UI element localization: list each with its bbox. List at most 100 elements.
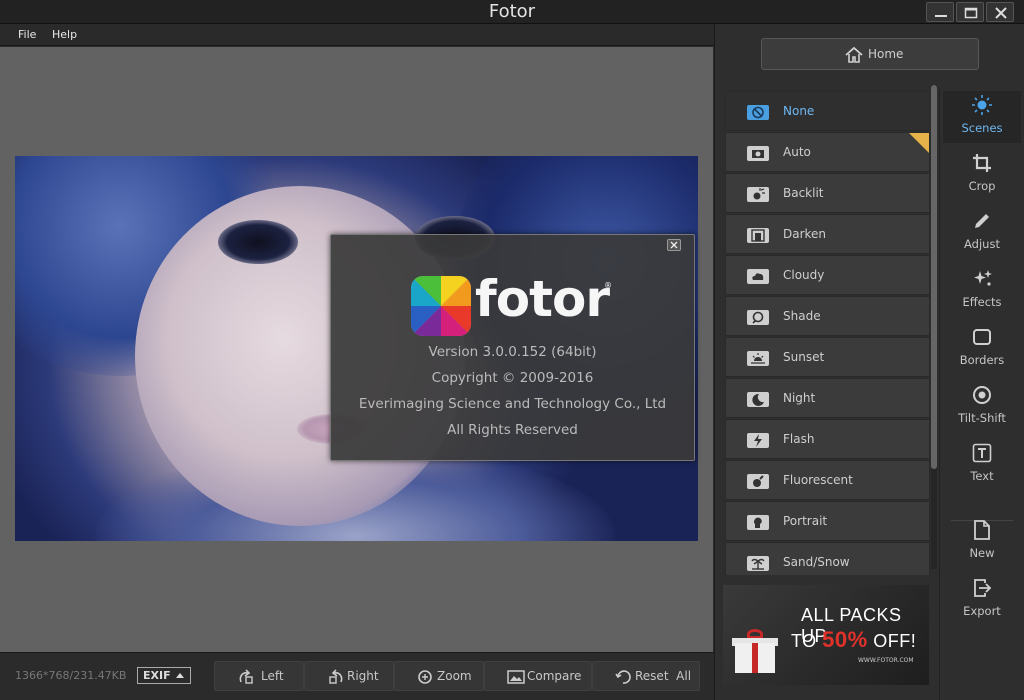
nav-adjust[interactable]: Adjust xyxy=(943,207,1021,259)
sunset-icon xyxy=(747,351,769,366)
scene-item-auto[interactable]: Auto xyxy=(725,132,930,172)
scene-item-sand-snow[interactable]: Sand/Snow xyxy=(725,542,930,575)
scene-item-darken[interactable]: Darken xyxy=(725,214,930,254)
close-icon xyxy=(670,241,678,249)
nav-label: Export xyxy=(963,604,1001,618)
scene-label: Shade xyxy=(783,309,821,323)
tiltshift-icon xyxy=(973,386,991,404)
scene-label: Sunset xyxy=(783,350,825,364)
scene-label: Fluorescent xyxy=(783,473,853,487)
scene-item-cloudy[interactable]: Cloudy xyxy=(725,255,930,295)
bottom-toolbar: 1366*768/231.47KB EXIF Left Right Zoom C… xyxy=(0,652,714,700)
flash-icon xyxy=(747,433,769,448)
divider xyxy=(939,89,940,700)
nav-label: Effects xyxy=(962,295,1002,309)
maximize-icon xyxy=(964,7,978,19)
nav-tilt-shift[interactable]: Tilt-Shift xyxy=(943,381,1021,433)
scene-item-portrait[interactable]: Portrait xyxy=(725,501,930,541)
promo-discount: 50% xyxy=(822,627,868,652)
nav-text[interactable]: Text xyxy=(943,439,1021,491)
crop-icon xyxy=(973,154,991,172)
scene-item-night[interactable]: Night xyxy=(725,378,930,418)
scene-scrollbar[interactable] xyxy=(931,85,937,569)
scene-label: Cloudy xyxy=(783,268,825,282)
nav-new[interactable]: New xyxy=(943,516,1021,568)
scene-item-backlit[interactable]: Backlit xyxy=(725,173,930,213)
backlit-icon xyxy=(747,187,769,202)
fotor-logo-text: fotor xyxy=(475,270,610,328)
promo-text-post: OFF! xyxy=(867,631,917,651)
scene-label: Auto xyxy=(783,145,811,159)
text-icon xyxy=(972,443,992,463)
company-text: Everimaging Science and Technology Co., … xyxy=(358,396,667,412)
version-text: Version 3.0.0.152 (64bit) xyxy=(428,344,597,360)
reset-icon xyxy=(615,670,631,684)
rotate-left-label: Left xyxy=(261,669,284,683)
title-bar: Fotor xyxy=(0,0,1024,24)
right-panel: Home None Auto Backlit Darken Cloudy Sha… xyxy=(714,24,1024,700)
scene-label: None xyxy=(783,104,815,118)
cloud-icon xyxy=(747,269,769,284)
nav-label: Scenes xyxy=(961,121,1003,135)
shade-icon xyxy=(747,310,769,325)
dialog-close-button[interactable] xyxy=(667,239,681,251)
rotate-right-button[interactable]: Right xyxy=(304,661,394,691)
zoom-button[interactable]: Zoom xyxy=(394,661,484,691)
portrait-icon xyxy=(747,515,769,530)
rotate-right-icon xyxy=(329,669,343,684)
scene-item-flash[interactable]: Flash xyxy=(725,419,930,459)
scrollbar-thumb[interactable] xyxy=(931,85,937,469)
eye-shape xyxy=(218,220,298,264)
reset-all-button[interactable]: Reset All xyxy=(592,661,700,691)
close-button[interactable] xyxy=(986,2,1014,22)
maximize-button[interactable] xyxy=(956,2,984,22)
border-icon xyxy=(973,329,991,345)
nav-crop[interactable]: Crop xyxy=(943,149,1021,201)
promo-banner[interactable]: ALL PACKS UP TO 50% OFF! WWW.FOTOR.COM xyxy=(723,585,929,685)
scene-label: Darken xyxy=(783,227,827,241)
menu-help[interactable]: Help xyxy=(52,28,77,41)
moon-icon xyxy=(747,392,769,407)
image-canvas[interactable]: fotor ® Version 3.0.0.152 (64bit) Copyri… xyxy=(0,47,713,652)
minimize-icon xyxy=(935,15,947,17)
rights-text: All Rights Reserved xyxy=(447,422,578,438)
scene-label: Sand/Snow xyxy=(783,555,850,569)
registered-mark: ® xyxy=(604,281,612,290)
palm-icon xyxy=(747,556,769,571)
scene-label: Night xyxy=(783,391,816,405)
menu-bar: File Help xyxy=(0,24,714,46)
compare-button[interactable]: Compare xyxy=(484,661,592,691)
scene-item-none[interactable]: None xyxy=(725,91,930,131)
nav-label: Text xyxy=(970,469,994,483)
nav-label: Borders xyxy=(959,353,1005,367)
rotate-right-label: Right xyxy=(347,669,379,683)
nav-effects[interactable]: Effects xyxy=(943,265,1021,317)
camera-icon xyxy=(747,146,769,161)
about-dialog: fotor ® Version 3.0.0.152 (64bit) Copyri… xyxy=(330,234,695,461)
gift-box-icon xyxy=(735,643,775,673)
triangle-up-icon xyxy=(176,673,184,678)
nav-borders[interactable]: Borders xyxy=(943,323,1021,375)
scene-item-sunset[interactable]: Sunset xyxy=(725,337,930,377)
nav-label: Crop xyxy=(968,179,996,193)
minimize-button[interactable] xyxy=(926,2,954,22)
nav-label: Tilt-Shift xyxy=(958,411,1006,425)
zoom-icon xyxy=(418,670,432,684)
menu-file[interactable]: File xyxy=(18,28,36,41)
scene-item-shade[interactable]: Shade xyxy=(725,296,930,336)
copyright-text: Copyright © 2009-2016 xyxy=(431,370,594,386)
none-icon xyxy=(747,105,769,120)
exif-button[interactable]: EXIF xyxy=(137,667,191,684)
promo-url: WWW.FOTOR.COM xyxy=(858,657,914,664)
scene-item-fluorescent[interactable]: Fluorescent xyxy=(725,460,930,500)
scene-label: Backlit xyxy=(783,186,824,200)
fotor-logo-icon xyxy=(411,276,471,336)
export-icon xyxy=(974,579,992,597)
exif-label: EXIF xyxy=(143,669,171,682)
premium-badge-icon xyxy=(909,133,929,153)
nav-export[interactable]: Export xyxy=(943,574,1021,626)
rotate-left-button[interactable]: Left xyxy=(214,661,304,691)
home-button[interactable]: Home xyxy=(761,38,979,70)
nav-scenes[interactable]: Scenes xyxy=(943,91,1021,143)
home-icon xyxy=(845,46,863,63)
